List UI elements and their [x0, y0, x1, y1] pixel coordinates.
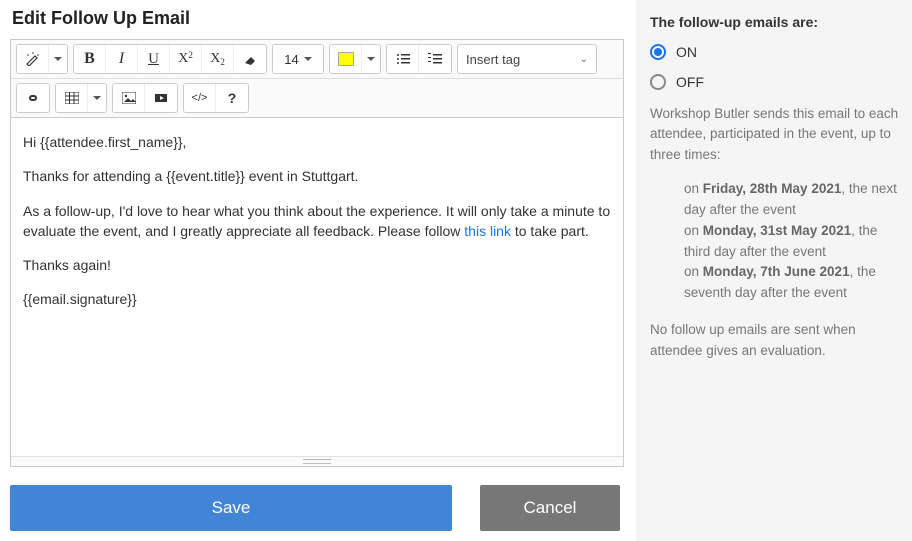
- radio-on[interactable]: ON: [650, 44, 902, 60]
- font-size-value: 14: [284, 52, 298, 67]
- save-button[interactable]: Save: [10, 485, 452, 531]
- bold-button[interactable]: B: [74, 45, 106, 73]
- font-size-selector[interactable]: 14: [273, 45, 323, 73]
- insert-tag-label: Insert tag: [466, 52, 520, 67]
- this-link[interactable]: this link: [464, 223, 511, 239]
- unordered-list-button[interactable]: [387, 45, 419, 73]
- body-p3: As a follow-up, I'd love to hear what yo…: [23, 201, 611, 242]
- italic-button[interactable]: I: [106, 45, 138, 73]
- ordered-list-button[interactable]: [419, 45, 451, 73]
- toolbar-row-1: B I U X2 X2 14: [11, 40, 623, 79]
- magic-icon[interactable]: [17, 45, 49, 73]
- radio-off-indicator: [650, 74, 666, 90]
- body-p4: Thanks again!: [23, 255, 611, 275]
- sidebar-desc: Workshop Butler sends this email to each…: [650, 104, 902, 165]
- schedule-list: on Friday, 28th May 2021, the next day a…: [684, 179, 902, 305]
- radio-on-label: ON: [676, 44, 697, 60]
- toolbar-row-2: </> ?: [11, 79, 623, 118]
- radio-off[interactable]: OFF: [650, 74, 902, 90]
- eraser-icon[interactable]: [234, 45, 266, 73]
- radio-on-indicator: [650, 44, 666, 60]
- editor-content[interactable]: Hi {{attendee.first_name}}, Thanks for a…: [11, 118, 623, 456]
- body-p2: Thanks for attending a {{event.title}} e…: [23, 166, 611, 186]
- video-icon[interactable]: [145, 84, 177, 112]
- underline-button[interactable]: U: [138, 45, 170, 73]
- subscript-button[interactable]: X2: [202, 45, 234, 73]
- resize-handle[interactable]: [11, 456, 623, 466]
- highlight-color-dropdown[interactable]: [362, 45, 380, 73]
- link-icon[interactable]: [17, 84, 49, 112]
- sidebar: The follow-up emails are: ON OFF Worksho…: [636, 0, 912, 541]
- richtext-editor: B I U X2 X2 14: [10, 39, 624, 467]
- body-p5: {{email.signature}}: [23, 289, 611, 309]
- code-view-button[interactable]: </>: [184, 84, 216, 112]
- schedule-line-1: on Friday, 28th May 2021, the next day a…: [684, 179, 902, 221]
- radio-off-label: OFF: [676, 74, 704, 90]
- sidebar-heading: The follow-up emails are:: [650, 14, 902, 30]
- cancel-button[interactable]: Cancel: [480, 485, 620, 531]
- chevron-down-icon: ⌄: [580, 54, 588, 65]
- sidebar-note: No follow up emails are sent when attend…: [650, 320, 902, 361]
- table-icon[interactable]: [56, 84, 88, 112]
- insert-tag-select[interactable]: Insert tag ⌄: [457, 44, 597, 74]
- page-title: Edit Follow Up Email: [12, 8, 626, 29]
- highlight-color-button[interactable]: [330, 45, 362, 73]
- superscript-button[interactable]: X2: [170, 45, 202, 73]
- style-dropdown[interactable]: [49, 45, 67, 73]
- help-button[interactable]: ?: [216, 84, 248, 112]
- table-dropdown[interactable]: [88, 84, 106, 112]
- schedule-line-3: on Monday, 7th June 2021, the seventh da…: [684, 262, 902, 304]
- schedule-line-2: on Monday, 31st May 2021, the third day …: [684, 221, 902, 263]
- body-p1: Hi {{attendee.first_name}},: [23, 132, 611, 152]
- image-icon[interactable]: [113, 84, 145, 112]
